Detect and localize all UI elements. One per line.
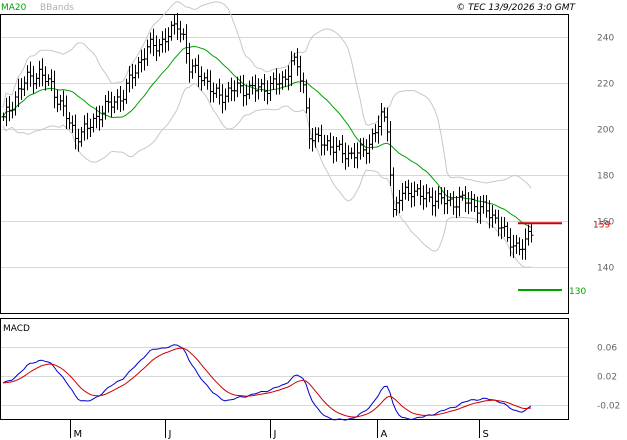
macd-tick-label: 0.02 xyxy=(597,373,617,383)
macd-panel xyxy=(0,318,569,420)
price-tick-label: 140 xyxy=(597,264,614,274)
x-axis: MJJAS xyxy=(70,420,489,440)
price-tick-label: 200 xyxy=(597,126,614,136)
macd-tick-label: 0.06 xyxy=(597,344,617,354)
x-tick-label: J xyxy=(273,429,277,440)
x-tick-label: M xyxy=(74,429,83,440)
macd-tick-label: -0.02 xyxy=(597,402,620,412)
level-label: 130 xyxy=(569,287,586,297)
x-tick-label: S xyxy=(483,429,489,440)
price-tick-label: 220 xyxy=(597,80,614,90)
chart-canvas: 140160180200220240 159130 0.060.02-0.02 … xyxy=(0,1,620,440)
ma20-legend: MA20 xyxy=(1,3,27,13)
bbands-legend: BBands xyxy=(40,3,74,13)
price-axis: 140160180200220240 xyxy=(597,34,614,274)
macd-title: MACD xyxy=(3,324,30,334)
macd-axis: 0.06 0.02 -0.02 xyxy=(597,344,620,412)
price-panel xyxy=(0,14,569,314)
price-tick-label: 180 xyxy=(597,172,614,182)
level-label: 159 xyxy=(593,220,610,230)
copyright-text: © TEC 13/9/2026 3:0 GMT xyxy=(456,3,576,13)
price-tick-label: 240 xyxy=(597,34,614,44)
x-tick-label: J xyxy=(168,429,172,440)
x-tick-label: A xyxy=(381,429,388,440)
